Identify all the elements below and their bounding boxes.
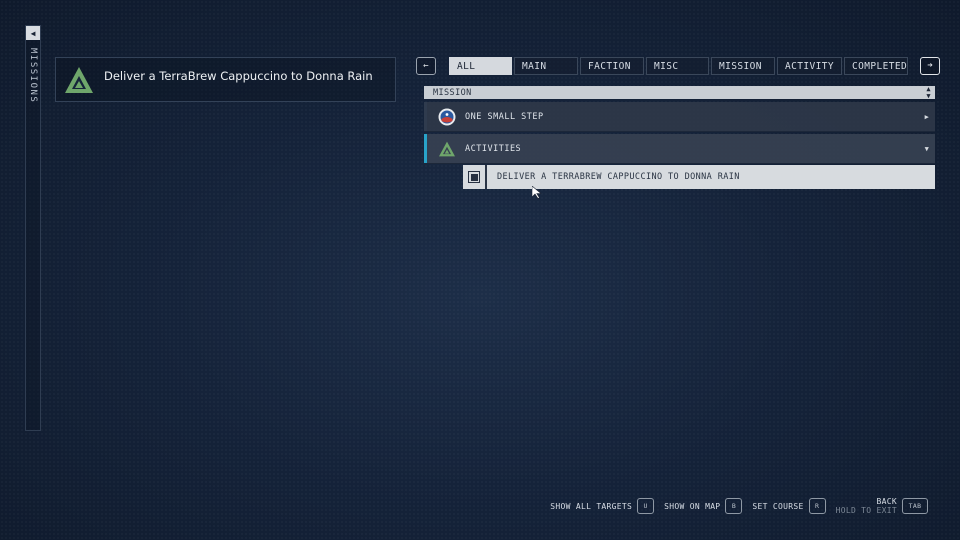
show-on-map-control[interactable]: SHOW ON MAP B (664, 498, 743, 514)
tracked-mission-title: Deliver a TerraBrew Cappuccino to Donna … (104, 68, 373, 83)
mouse-cursor-icon (532, 186, 542, 199)
tab-label: ALL (457, 60, 476, 72)
tab-mission[interactable]: MISSION (711, 57, 775, 75)
collapse-panel-button[interactable]: ◀ (26, 26, 40, 40)
tracked-checkbox[interactable] (463, 165, 487, 189)
set-course-label: SET COURSE (752, 501, 804, 511)
next-category-button[interactable]: ➜ (920, 57, 940, 75)
footer-controls: SHOW ALL TARGETS U SHOW ON MAP B SET COU… (550, 497, 928, 515)
rail-title: MISSIONS (28, 48, 38, 104)
sort-icon: ▲ ▼ (926, 84, 931, 100)
tab-main[interactable]: MAIN (514, 57, 578, 75)
show-all-targets-control[interactable]: SHOW ALL TARGETS U (550, 498, 655, 514)
row-accent (424, 102, 427, 131)
key-hint: B (725, 498, 743, 514)
key-hint: TAB (902, 498, 928, 514)
tab-label: MAIN (522, 60, 547, 72)
tab-faction[interactable]: FACTION (580, 57, 644, 75)
show-all-targets-label: SHOW ALL TARGETS (550, 501, 633, 511)
back-label-stack: BACK HOLD TO EXIT (836, 497, 897, 515)
mission-list-header[interactable]: MISSION ▲ ▼ (424, 84, 935, 100)
tab-activity[interactable]: ACTIVITY (777, 57, 842, 75)
activity-triangle-icon (65, 66, 93, 93)
back-control[interactable]: BACK HOLD TO EXIT TAB (836, 497, 928, 515)
mission-row-label: ONE SMALL STEP (465, 111, 544, 122)
arrow-left-icon: ← (423, 61, 429, 71)
selected-accent-bar (424, 134, 427, 163)
chevron-right-icon: ▶ (924, 112, 930, 121)
mission-row-activities[interactable]: ACTIVITIES ▼ (424, 134, 935, 164)
tab-label: FACTION (588, 60, 631, 72)
activity-item-label: DELIVER A TERRABREW CAPPUCCINO TO DONNA … (497, 172, 740, 182)
constellation-badge-icon (436, 106, 458, 128)
missions-rail: ◀ MISSIONS (25, 25, 41, 431)
triangle-left-icon: ◀ (30, 28, 36, 38)
activity-triangle-icon (436, 138, 458, 160)
previous-category-button[interactable]: ← (416, 57, 436, 75)
back-label: BACK (876, 497, 897, 506)
show-on-map-label: SHOW ON MAP (664, 501, 721, 511)
key-hint: U (637, 498, 655, 514)
tab-completed[interactable]: COMPLETED (844, 57, 908, 75)
chevron-down-icon: ▼ (924, 144, 930, 153)
checkbox-square-icon (468, 171, 480, 183)
tab-label: COMPLETED (852, 60, 908, 72)
category-tabs: ALL MAIN FACTION MISC MISSION ACTIVITY C… (449, 57, 908, 75)
tab-all[interactable]: ALL (449, 57, 512, 75)
key-hint: R (808, 498, 826, 514)
tab-label: MISC (654, 60, 679, 72)
tracked-mission-card[interactable]: Deliver a TerraBrew Cappuccino to Donna … (55, 57, 396, 102)
hold-to-exit-label: HOLD TO EXIT (835, 506, 897, 515)
mission-row-one-small-step[interactable]: ONE SMALL STEP ▶ (424, 102, 935, 132)
set-course-control[interactable]: SET COURSE R (752, 498, 826, 514)
tab-label: ACTIVITY (785, 60, 834, 72)
arrow-right-icon: ➜ (927, 61, 933, 71)
list-header-label: MISSION (433, 87, 472, 98)
mission-row-label: ACTIVITIES (465, 143, 522, 154)
tab-label: MISSION (719, 60, 762, 72)
tab-misc[interactable]: MISC (646, 57, 709, 75)
